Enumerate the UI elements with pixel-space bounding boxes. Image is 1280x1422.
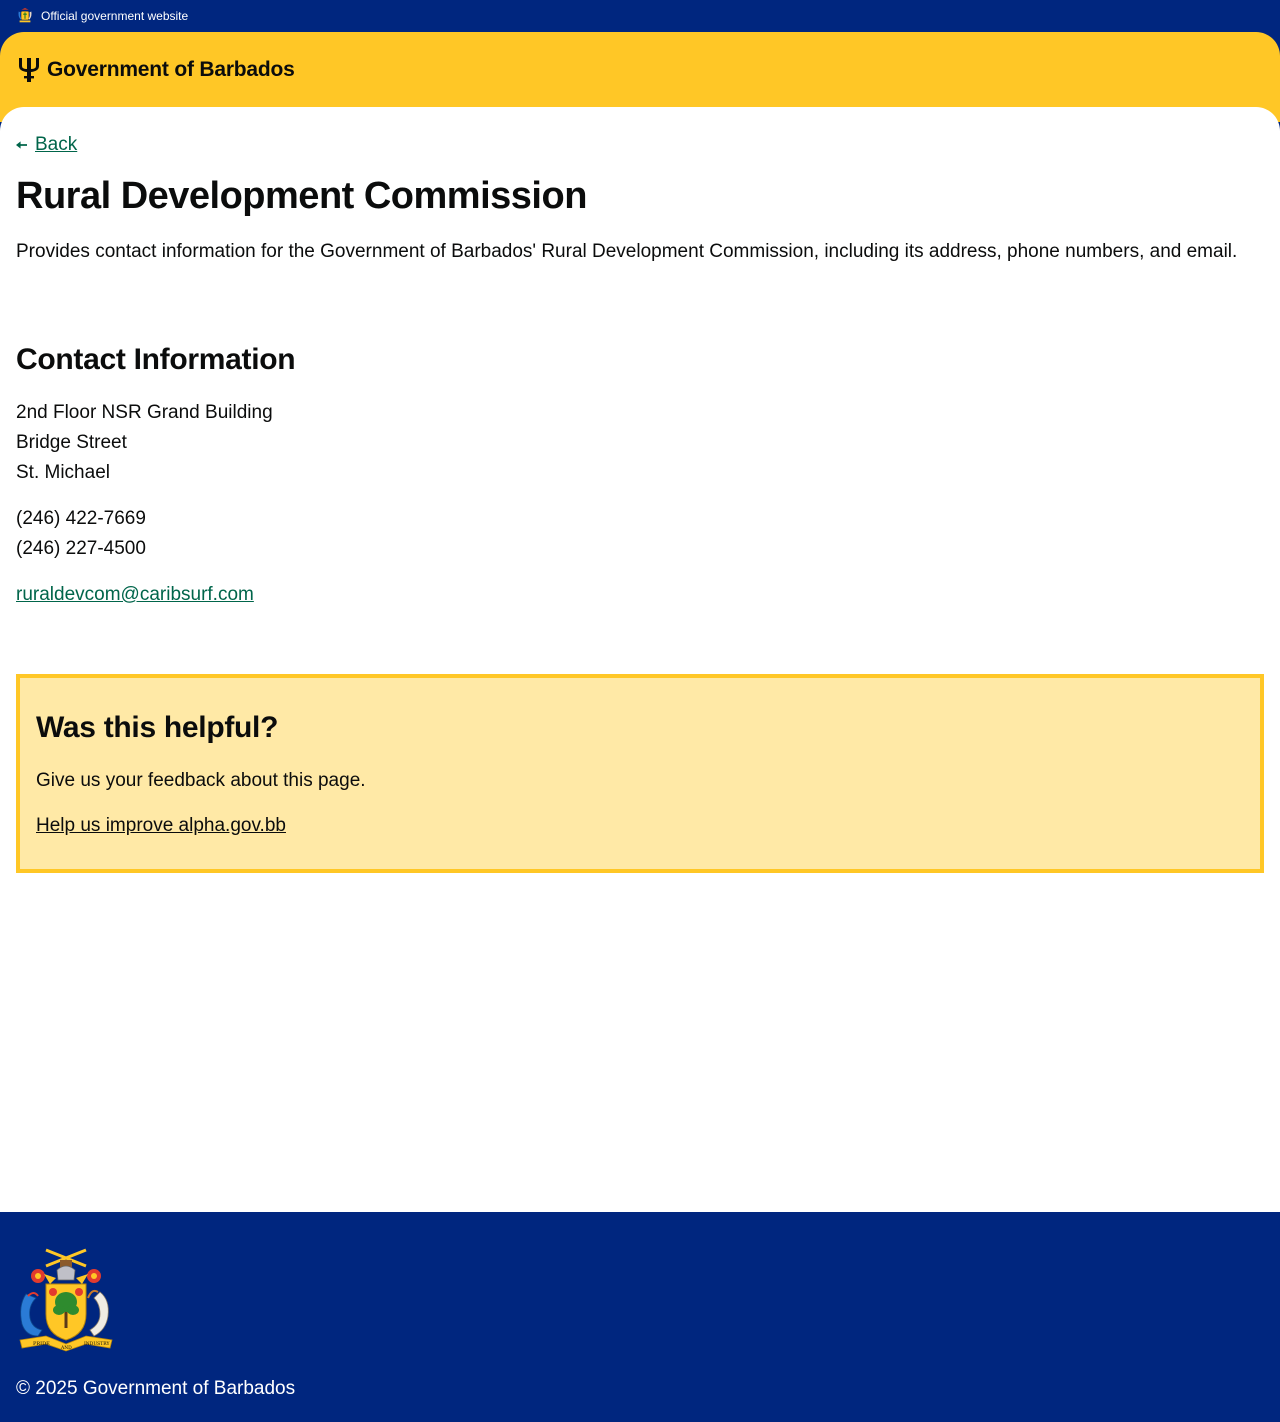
address-block: 2nd Floor NSR Grand Building Bridge Stre… (16, 398, 273, 488)
site-footer: PRIDE AND INDUSTRY © 2025 Government of … (0, 1212, 1280, 1422)
coat-of-arms-icon (16, 7, 34, 25)
coat-of-arms-icon: PRIDE AND INDUSTRY (16, 1244, 116, 1352)
back-arrow-icon (16, 138, 27, 152)
address-line: St. Michael (16, 462, 110, 483)
feedback-text: Give us your feedback about this page. (36, 770, 366, 791)
copyright-text: © 2025 Government of Barbados (16, 1378, 296, 1399)
back-link[interactable]: Back (16, 134, 77, 156)
svg-text:PRIDE: PRIDE (33, 1341, 50, 1347)
email-link[interactable]: ruraldevcom@caribsurf.com (16, 580, 254, 610)
address-line: 2nd Floor NSR Grand Building (16, 402, 273, 423)
phone-number: (246) 422-7669 (16, 508, 146, 529)
main-content: Back Rural Development Commission Provid… (0, 107, 1280, 1212)
svg-text:INDUSTRY: INDUSTRY (84, 1341, 110, 1347)
back-label: Back (35, 134, 78, 155)
official-site-label: Official government website (41, 9, 189, 23)
phone-block: (246) 422-7669 (246) 227-4500 (16, 504, 146, 564)
feedback-heading: Was this helpful? (36, 711, 279, 744)
page-title: Rural Development Commission (16, 175, 587, 217)
feedback-panel: Was this helpful? Give us your feedback … (16, 674, 1264, 873)
page-description: Provides contact information for the Gov… (16, 241, 1238, 262)
feedback-link[interactable]: Help us improve alpha.gov.bb (36, 811, 286, 841)
address-line: Bridge Street (16, 432, 127, 453)
official-site-banner: Official government website (0, 0, 1280, 32)
phone-number: (246) 227-4500 (16, 538, 146, 559)
svg-text:AND: AND (60, 1345, 72, 1351)
contact-heading: Contact Information (16, 343, 296, 376)
brand-name: Government of Barbados (47, 58, 295, 81)
trident-icon (16, 56, 42, 84)
home-link[interactable]: Government of Barbados (16, 56, 295, 84)
